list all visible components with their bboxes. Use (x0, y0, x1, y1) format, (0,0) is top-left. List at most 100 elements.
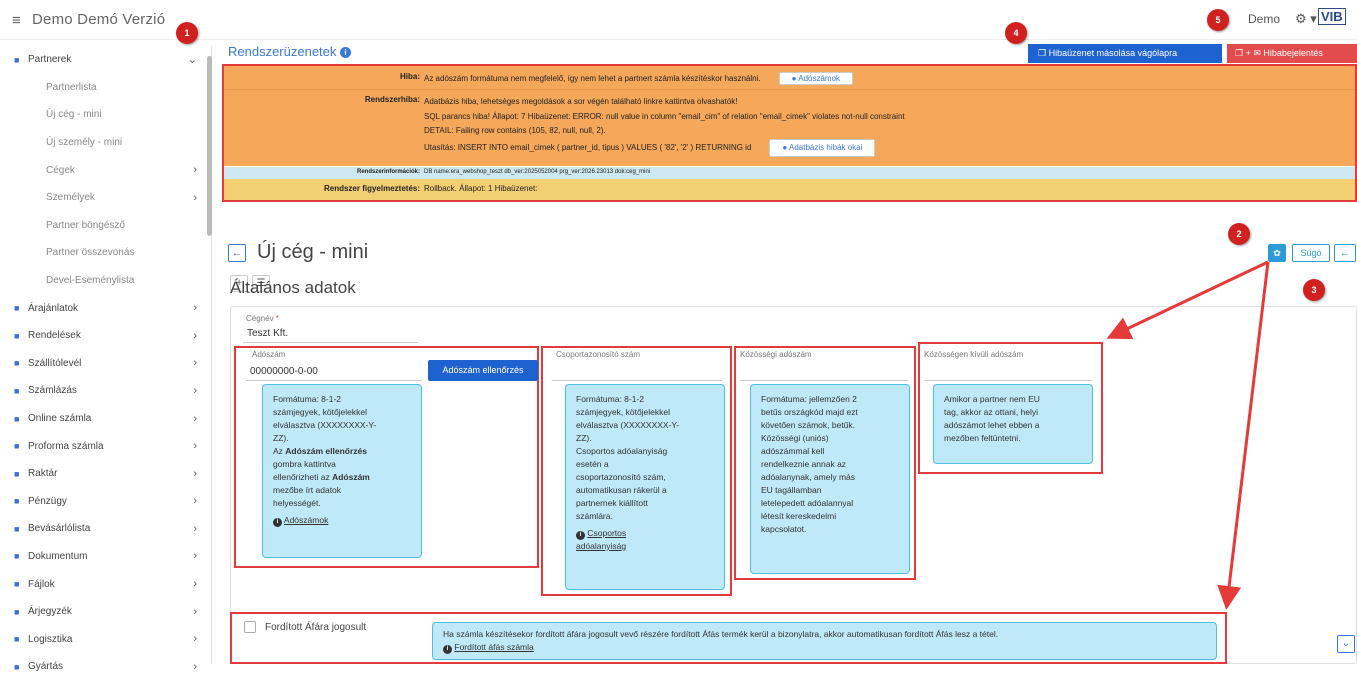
sidebar-item-label: Pénzügy (28, 495, 67, 507)
user-menu[interactable]: Demo (1248, 12, 1280, 26)
sidebar-item-20[interactable]: ■ Árjegyzék › (0, 598, 211, 626)
error-row: Hiba: Az adószám formátuma nem megfelelő… (224, 66, 1355, 89)
sidebar-item-6[interactable]: Partner böngésző (0, 212, 211, 240)
group-id-input[interactable] (552, 361, 722, 381)
sidebar-item-1[interactable]: Partnerlista (0, 74, 211, 102)
group-id-tooltip: Formátuma: 8-1-2 számjegyek, kötőjelekkel… (565, 384, 725, 590)
info-icon[interactable]: i (340, 47, 352, 58)
non-eu-tax-tooltip: Amikor a partner nem EU tag, akkor az ott… (933, 384, 1093, 464)
chevron-icon: ⌄ (187, 54, 197, 67)
sidebar-item-label: Új cég - mini (46, 109, 102, 121)
settings-button[interactable]: ✿ (1268, 244, 1286, 262)
sidebar-item-label: Raktár (28, 468, 58, 480)
system-warning-row: Rendszer figyelmeztetés: Rollback. Állap… (224, 179, 1355, 200)
sidebar-item-4[interactable]: Cégek › (0, 156, 211, 184)
back-button[interactable]: ← (228, 244, 246, 262)
sidebar-item-5[interactable]: Személyek › (0, 184, 211, 212)
sidebar-item-15[interactable]: ■ Raktár › (0, 460, 211, 488)
sidebar-item-22[interactable]: ■ Gyártás › (0, 653, 211, 681)
back-right-button[interactable]: ← (1334, 244, 1356, 262)
report-bug-button[interactable]: ❐ + ✉ Hibabejelentés (1227, 44, 1357, 63)
tax-number-input[interactable]: 00000000-0-00 (246, 361, 422, 381)
group-id-label: Csoportazonosító szám (556, 350, 641, 359)
sidebar-item-2[interactable]: Új cég - mini (0, 101, 211, 129)
chevron-icon: › (193, 329, 197, 342)
hamburger-menu-icon[interactable]: ≡ (12, 12, 21, 29)
sidebar-scrollbar[interactable] (207, 56, 212, 236)
tax-number-label: Adószám (252, 350, 286, 359)
reverse-vat-label: Fordított Áfára jogosult (265, 622, 367, 633)
sidebar-item-label: Gyártás (28, 661, 64, 673)
eu-tax-input[interactable] (740, 361, 908, 381)
group-vat-help-link[interactable]: Csoportos (587, 528, 626, 538)
help-button[interactable]: Súgó (1292, 244, 1330, 262)
scroll-down-button[interactable]: ⌄ (1337, 635, 1355, 653)
sidebar-item-3[interactable]: Új személy - mini (0, 129, 211, 157)
sidebar-item-10[interactable]: ■ Rendelések › (0, 322, 211, 350)
chevron-icon: › (193, 191, 197, 204)
sidebar-item-label: Árjegyzék (28, 606, 72, 618)
document-icon: ■ (14, 551, 20, 562)
sidebar-item-0[interactable]: ■ Partnerek ⌄ (0, 46, 211, 74)
sidebar-item-label: Árajánlatok (28, 302, 79, 314)
system-error-row: Rendszerhiba: Adatbázis hiba, lehetséges… (224, 89, 1355, 166)
chevron-icon: › (193, 384, 197, 397)
chevron-icon: › (193, 495, 197, 508)
sidebar-item-12[interactable]: ■ Számlázás › (0, 377, 211, 405)
sidebar-item-label: Szállítólevél (28, 357, 82, 369)
sidebar-item-14[interactable]: ■ Proforma számla › (0, 432, 211, 460)
finance-icon: ■ (14, 496, 20, 507)
system-messages-box: Hiba: Az adószám formátuma nem megfelelő… (222, 64, 1357, 202)
non-eu-tax-input[interactable] (924, 361, 1092, 381)
sidebar-item-13[interactable]: ■ Online számla › (0, 405, 211, 433)
delivery-icon: ■ (14, 358, 20, 369)
reverse-vat-tooltip: Ha számla készítésekor fordított áfára j… (432, 622, 1217, 660)
marker-4: 4 (1005, 22, 1027, 44)
chevron-icon: › (193, 605, 197, 618)
settings-gear-icon[interactable]: ⚙ ▾ (1295, 11, 1317, 27)
sidebar-item-7[interactable]: Partner összevonás (0, 239, 211, 267)
tax-number-tooltip: Formátuma: 8-1-2 számjegyek, kötőjelekkel… (262, 384, 422, 558)
chevron-icon: › (193, 164, 197, 177)
logistics-icon: ■ (14, 634, 20, 645)
sidebar-item-21[interactable]: ■ Logisztika › (0, 625, 211, 653)
vib-logo: VIB (1318, 8, 1346, 25)
sidebar-item-19[interactable]: ■ Fájlok › (0, 570, 211, 598)
chevron-icon: › (193, 633, 197, 646)
non-eu-tax-label: Közösségen kívüli adószám (924, 350, 1024, 359)
tax-check-button[interactable]: Adószám ellenőrzés (428, 360, 538, 381)
reverse-vat-help-link[interactable]: Fordított áfás számla (454, 642, 533, 652)
sidebar-item-9[interactable]: ■ Árajánlatok › (0, 294, 211, 322)
sidebar-item-11[interactable]: ■ Szállítólevél › (0, 350, 211, 378)
sidebar-item-17[interactable]: ■ Bevásárlólista › (0, 515, 211, 543)
sidebar-item-label: Személyek (46, 192, 95, 204)
company-name-input[interactable]: Teszt Kft. (243, 323, 418, 343)
chevron-icon: › (193, 440, 197, 453)
offer-icon: ■ (14, 303, 20, 314)
reverse-vat-checkbox[interactable] (244, 621, 256, 633)
page-title: Új cég - mini (257, 241, 369, 263)
eu-tax-tooltip: Formátuma: jellemzően 2 betűs országkód m… (750, 384, 910, 574)
system-info-row: Rendszerinformációk: DB name:era_webshop… (224, 167, 1355, 179)
section-title: Általános adatok (230, 278, 356, 297)
app-title: Demo Demó Verzió (32, 11, 166, 28)
copy-error-button[interactable]: ❐ Hibaüzenet másolása vágólapra (1028, 44, 1222, 63)
proforma-icon: ■ (14, 441, 20, 452)
marker-1: 1 (176, 22, 198, 44)
sidebar-item-label: Devel-Eseménylista (46, 275, 135, 287)
tax-numbers-help-link[interactable]: Adószámok (284, 515, 328, 525)
warehouse-icon: ■ (14, 468, 20, 479)
chevron-icon: › (193, 357, 197, 370)
sidebar-item-18[interactable]: ■ Dokumentum › (0, 543, 211, 571)
sidebar-item-16[interactable]: ■ Pénzügy › (0, 488, 211, 516)
chevron-icon: › (193, 578, 197, 591)
eu-tax-label: Közösségi adószám (740, 350, 812, 359)
file-icon: ■ (14, 579, 20, 590)
sidebar-item-label: Logisztika (28, 633, 73, 645)
top-bar: ≡ Demo Demó Verzió Demo ⚙ ▾ VIB (0, 0, 1357, 40)
sidebar-item-label: Számlázás (28, 385, 77, 397)
chevron-icon: › (193, 412, 197, 425)
tax-numbers-link[interactable]: ● Adószámok (778, 72, 854, 85)
db-error-causes-link[interactable]: ● Adatbázis hibák okai (769, 138, 876, 157)
sidebar-item-8[interactable]: Devel-Eseménylista (0, 267, 211, 295)
